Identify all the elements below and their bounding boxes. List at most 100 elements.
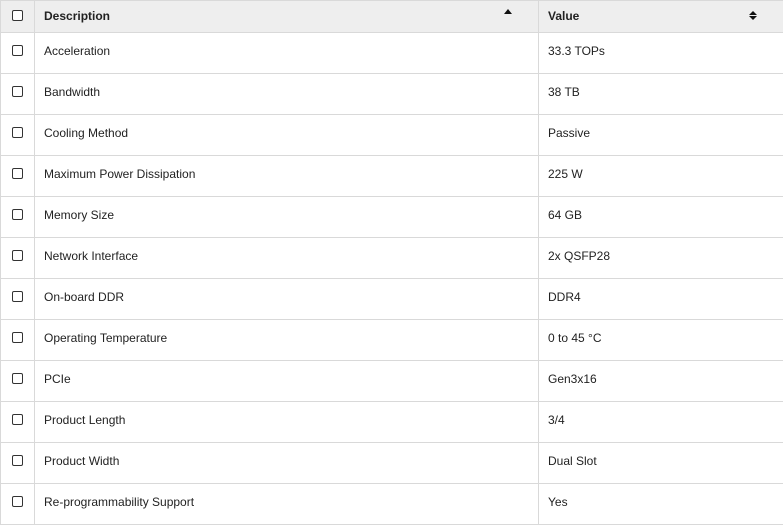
- row-checkbox[interactable]: [12, 332, 23, 343]
- sort-up-arrow-icon: [749, 11, 757, 15]
- table-row[interactable]: Bandwidth 38 TB: [1, 74, 783, 115]
- row-select-cell: [1, 484, 35, 525]
- table-row[interactable]: On-board DDR DDR4: [1, 279, 783, 320]
- table-row[interactable]: Product Width Dual Slot: [1, 443, 783, 484]
- description-cell: Operating Temperature: [35, 320, 539, 361]
- row-select-cell: [1, 33, 35, 74]
- description-text: Network Interface: [35, 249, 538, 263]
- row-select-cell: [1, 320, 35, 361]
- description-text: Bandwidth: [35, 85, 538, 99]
- row-checkbox[interactable]: [12, 127, 23, 138]
- value-text: 64 GB: [539, 208, 783, 222]
- value-cell: 33.3 TOPs: [539, 33, 783, 74]
- value-column-header[interactable]: Value: [539, 1, 783, 33]
- row-select-cell: [1, 197, 35, 238]
- value-cell: Dual Slot: [539, 443, 783, 484]
- value-text: 38 TB: [539, 85, 783, 99]
- value-text: Gen3x16: [539, 372, 783, 386]
- description-cell: PCIe: [35, 361, 539, 402]
- select-all-checkbox[interactable]: [12, 10, 23, 21]
- value-text: 33.3 TOPs: [539, 44, 783, 58]
- row-checkbox[interactable]: [12, 496, 23, 507]
- value-text: 2x QSFP28: [539, 249, 783, 263]
- row-select-cell: [1, 279, 35, 320]
- value-text: DDR4: [539, 290, 783, 304]
- row-checkbox[interactable]: [12, 291, 23, 302]
- row-select-cell: [1, 156, 35, 197]
- sort-down-arrow-icon: [749, 16, 757, 20]
- description-cell: Memory Size: [35, 197, 539, 238]
- table-row[interactable]: Product Length 3/4: [1, 402, 783, 443]
- value-cell: DDR4: [539, 279, 783, 320]
- table-row[interactable]: Network Interface 2x QSFP28: [1, 238, 783, 279]
- row-checkbox[interactable]: [12, 45, 23, 56]
- description-text: Acceleration: [35, 44, 538, 58]
- description-cell: Product Length: [35, 402, 539, 443]
- row-select-cell: [1, 402, 35, 443]
- description-cell: On-board DDR: [35, 279, 539, 320]
- description-text: Product Width: [35, 454, 538, 468]
- description-header-inner: Description: [35, 9, 538, 23]
- value-cell: Passive: [539, 115, 783, 156]
- description-cell: Maximum Power Dissipation: [35, 156, 539, 197]
- description-cell: Network Interface: [35, 238, 539, 279]
- table-row[interactable]: Acceleration 33.3 TOPs: [1, 33, 783, 74]
- row-checkbox[interactable]: [12, 250, 23, 261]
- row-select-cell: [1, 443, 35, 484]
- value-text: 3/4: [539, 413, 783, 427]
- spec-table: Description Value Acceleration: [0, 0, 783, 525]
- description-text: Cooling Method: [35, 126, 538, 140]
- value-cell: 2x QSFP28: [539, 238, 783, 279]
- value-cell: 64 GB: [539, 197, 783, 238]
- value-cell: Gen3x16: [539, 361, 783, 402]
- value-header-label: Value: [548, 9, 579, 23]
- value-cell: Yes: [539, 484, 783, 525]
- table-row[interactable]: Re-programmability Support Yes: [1, 484, 783, 525]
- table-row[interactable]: Maximum Power Dissipation 225 W: [1, 156, 783, 197]
- row-select-cell: [1, 238, 35, 279]
- description-text: PCIe: [35, 372, 538, 386]
- description-text: Product Length: [35, 413, 538, 427]
- value-text: Yes: [539, 495, 783, 509]
- description-text: Operating Temperature: [35, 331, 538, 345]
- row-checkbox[interactable]: [12, 455, 23, 466]
- row-select-cell: [1, 361, 35, 402]
- value-header-inner: Value: [539, 9, 783, 23]
- description-cell: Bandwidth: [35, 74, 539, 115]
- row-checkbox[interactable]: [12, 86, 23, 97]
- row-select-cell: [1, 74, 35, 115]
- description-column-header[interactable]: Description: [35, 1, 539, 33]
- value-text: Dual Slot: [539, 454, 783, 468]
- row-checkbox[interactable]: [12, 209, 23, 220]
- value-text: 0 to 45 °C: [539, 331, 783, 345]
- sort-ascending-icon[interactable]: [504, 9, 512, 14]
- table-header: Description Value: [1, 1, 783, 33]
- description-text: Maximum Power Dissipation: [35, 167, 538, 181]
- table-row[interactable]: Operating Temperature 0 to 45 °C: [1, 320, 783, 361]
- sort-both-icon[interactable]: [749, 11, 757, 20]
- value-cell: 38 TB: [539, 74, 783, 115]
- table-row[interactable]: Memory Size 64 GB: [1, 197, 783, 238]
- value-cell: 225 W: [539, 156, 783, 197]
- table-row[interactable]: Cooling Method Passive: [1, 115, 783, 156]
- row-checkbox[interactable]: [12, 414, 23, 425]
- description-cell: Product Width: [35, 443, 539, 484]
- row-checkbox[interactable]: [12, 373, 23, 384]
- description-cell: Cooling Method: [35, 115, 539, 156]
- description-header-label: Description: [44, 9, 110, 23]
- header-row: Description Value: [1, 1, 783, 33]
- value-text: 225 W: [539, 167, 783, 181]
- row-select-cell: [1, 115, 35, 156]
- description-cell: Re-programmability Support: [35, 484, 539, 525]
- description-text: Re-programmability Support: [35, 495, 538, 509]
- value-cell: 0 to 45 °C: [539, 320, 783, 361]
- description-cell: Acceleration: [35, 33, 539, 74]
- select-all-cell: [1, 1, 35, 33]
- table-body: Acceleration 33.3 TOPs Bandwidth 38 TB C…: [1, 33, 783, 525]
- description-text: Memory Size: [35, 208, 538, 222]
- value-text: Passive: [539, 126, 783, 140]
- row-checkbox[interactable]: [12, 168, 23, 179]
- value-cell: 3/4: [539, 402, 783, 443]
- description-text: On-board DDR: [35, 290, 538, 304]
- table-row[interactable]: PCIe Gen3x16: [1, 361, 783, 402]
